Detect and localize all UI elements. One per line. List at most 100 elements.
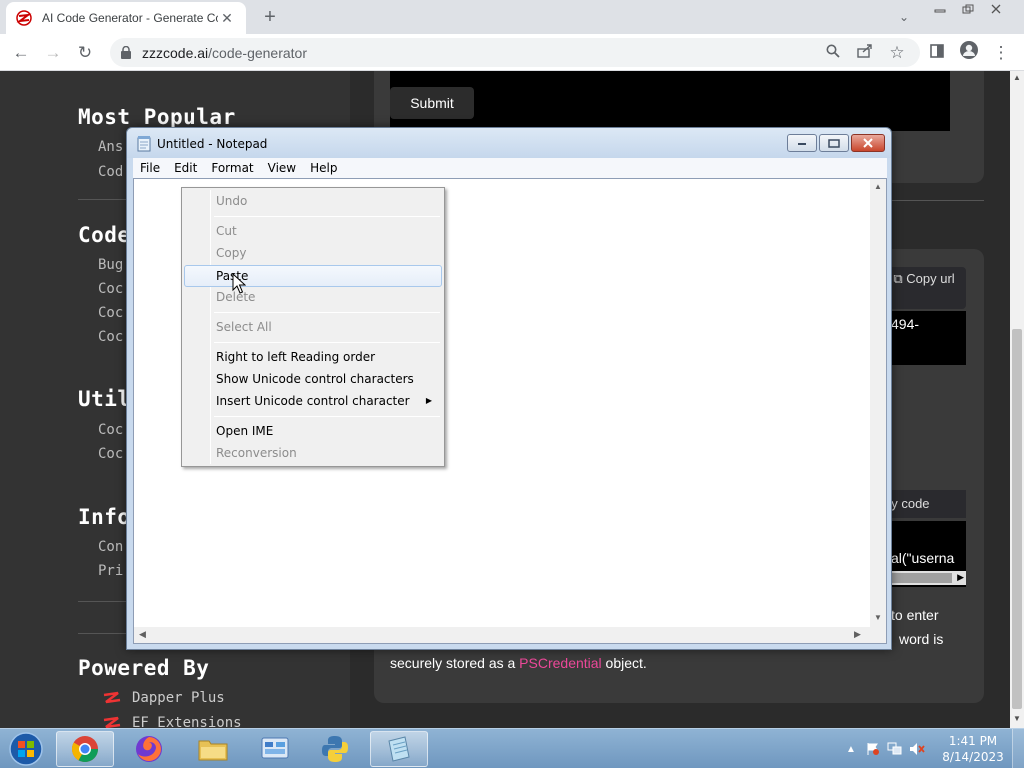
menu-item-select-all[interactable]: Select All (184, 316, 442, 338)
menu-format[interactable]: Format (204, 161, 260, 175)
restore-button[interactable] (954, 0, 982, 18)
notepad-vertical-scrollbar[interactable]: ▲ ▼ (870, 179, 886, 627)
pscredential-highlight: PSCredential (519, 655, 602, 671)
scroll-down-arrow-icon[interactable]: ▼ (1010, 714, 1024, 723)
close-button[interactable] (982, 0, 1010, 18)
bookmark-star-icon[interactable]: ☆ (884, 40, 910, 66)
address-bar[interactable]: zzzcode.ai/code-generator (110, 38, 920, 67)
network-icon[interactable] (884, 740, 906, 758)
browser-window-controls (926, 0, 1010, 18)
explorer-icon (198, 740, 228, 761)
menu-item-insert-unicode[interactable]: Insert Unicode control character ▶ (184, 390, 442, 412)
new-tab-button[interactable]: + (258, 6, 282, 28)
scroll-up-arrow-icon[interactable]: ▲ (870, 182, 886, 191)
reload-icon[interactable]: ↻ (72, 40, 98, 66)
tab-ai-code-generator[interactable]: AI Code Generator - Generate Cc ✕ (6, 2, 246, 34)
menu-item-show-unicode[interactable]: Show Unicode control characters (184, 368, 442, 390)
notepad-minimize-button[interactable] (787, 134, 817, 152)
menu-file[interactable]: File (133, 161, 167, 175)
sidebar-link[interactable]: Ans (98, 139, 123, 155)
menu-item-delete[interactable]: Delete (184, 286, 442, 308)
menu-separator (214, 416, 440, 417)
scroll-up-arrow-icon[interactable]: ▲ (1010, 73, 1024, 82)
taskbar-firefox[interactable] (120, 731, 178, 767)
minimize-button[interactable] (926, 0, 954, 18)
menu-item-reconversion[interactable]: Reconversion (184, 442, 442, 464)
copy-url-button[interactable]: ⧉ Copy url (882, 267, 966, 309)
clock-date: 8/14/2023 (942, 750, 1004, 764)
profile-avatar-icon[interactable] (956, 40, 982, 66)
share-id-text: 494- (891, 316, 920, 332)
show-desktop-button[interactable] (1012, 729, 1024, 768)
url-text: zzzcode.ai/code-generator (142, 44, 307, 61)
sidebar-link[interactable]: Coc (98, 446, 123, 462)
sidebar-heading-powered-by: Powered By (78, 656, 210, 680)
powered-by-dapper-plus[interactable]: Dapper Plus (102, 690, 225, 706)
explanation-line: word is (899, 631, 944, 647)
browser-toolbar: ← → ↻ zzzcode.ai/code-generator ☆ ⋮ (0, 34, 1024, 71)
control-panel-icon (261, 737, 289, 759)
taskbar-python[interactable] (306, 731, 364, 767)
chrome-menu-kebab-icon[interactable]: ⋮ (988, 40, 1014, 66)
taskbar-explorer[interactable] (184, 731, 242, 767)
notepad-maximize-button[interactable] (819, 134, 849, 152)
sidebar-link[interactable]: Coc (98, 422, 123, 438)
sidebar-link[interactable]: Bug (98, 257, 123, 273)
copy-icon: ⧉ (893, 271, 903, 286)
start-button-icon[interactable] (6, 731, 46, 767)
back-arrow-icon[interactable]: ← (8, 40, 34, 66)
scrollbar-thumb[interactable] (1012, 329, 1022, 709)
sidebar-heading-code: Code (78, 223, 131, 247)
sidebar-link[interactable]: Pri (98, 563, 123, 579)
menu-item-cut[interactable]: Cut (184, 220, 442, 242)
action-center-flag-icon[interactable] (862, 740, 884, 758)
explanation-line: to enter (891, 607, 939, 623)
powered-by-ef-extensions[interactable]: EF Extensions (102, 715, 242, 728)
taskbar-chrome[interactable] (56, 731, 114, 767)
scrollbar-thumb[interactable] (892, 573, 952, 583)
menu-item-paste[interactable]: Paste (184, 265, 442, 287)
tab-close-icon[interactable]: ✕ (218, 10, 236, 27)
windows-taskbar: ▲ 1:41 PM 8/14/2023 (0, 728, 1024, 768)
tab-search-chevron-icon[interactable]: ⌄ (894, 6, 914, 28)
sidebar-heading-util: Util (78, 387, 131, 411)
sidebar-link[interactable]: Cod (98, 164, 123, 180)
scroll-down-arrow-icon[interactable]: ▼ (870, 613, 886, 622)
tab-title: AI Code Generator - Generate Cc (42, 11, 218, 25)
sidebar-link[interactable]: Coc (98, 329, 123, 345)
share-icon[interactable] (852, 40, 878, 66)
volume-muted-icon[interactable] (906, 740, 928, 758)
python-icon (322, 736, 348, 762)
page-vertical-scrollbar[interactable]: ▲ ▼ (1010, 71, 1024, 728)
menu-help[interactable]: Help (303, 161, 344, 175)
notepad-title: Untitled - Notepad (157, 137, 268, 151)
menu-item-rtl-reading-order[interactable]: Right to left Reading order (184, 346, 442, 368)
sidebar-link[interactable]: Coc (98, 305, 123, 321)
menu-edit[interactable]: Edit (167, 161, 204, 175)
show-hidden-icons-arrow-icon[interactable]: ▲ (840, 740, 862, 758)
sidebar-link[interactable]: Coc (98, 281, 123, 297)
notepad-close-button[interactable] (851, 134, 885, 152)
taskbar-control-panel[interactable] (246, 731, 304, 767)
side-panel-icon[interactable] (924, 40, 950, 66)
resize-grip-icon[interactable] (870, 627, 886, 643)
code-horizontal-scrollbar[interactable]: ▶ (892, 571, 966, 585)
system-clock[interactable]: 1:41 PM 8/14/2023 (940, 733, 1006, 765)
taskbar-notepad[interactable] (370, 731, 428, 767)
notepad-app-icon (137, 136, 151, 152)
scroll-right-arrow-icon[interactable]: ▶ (854, 629, 861, 640)
notepad-horizontal-scrollbar[interactable]: ◀ ▶ (134, 627, 870, 643)
notepad-titlebar[interactable]: Untitled - Notepad (127, 128, 891, 158)
forward-arrow-icon[interactable]: → (40, 40, 66, 66)
scroll-right-arrow-icon[interactable]: ▶ (957, 572, 964, 583)
submit-button[interactable]: Submit (390, 87, 474, 119)
menu-item-undo[interactable]: Undo (184, 190, 442, 212)
menu-item-open-ime[interactable]: Open IME (184, 420, 442, 442)
menu-item-copy[interactable]: Copy (184, 242, 442, 264)
sidebar-link[interactable]: Con (98, 539, 123, 555)
menu-view[interactable]: View (261, 161, 303, 175)
clock-time: 1:41 PM (948, 734, 998, 748)
scroll-left-arrow-icon[interactable]: ◀ (139, 629, 146, 640)
search-icon[interactable] (820, 40, 846, 66)
menu-separator (214, 216, 440, 217)
